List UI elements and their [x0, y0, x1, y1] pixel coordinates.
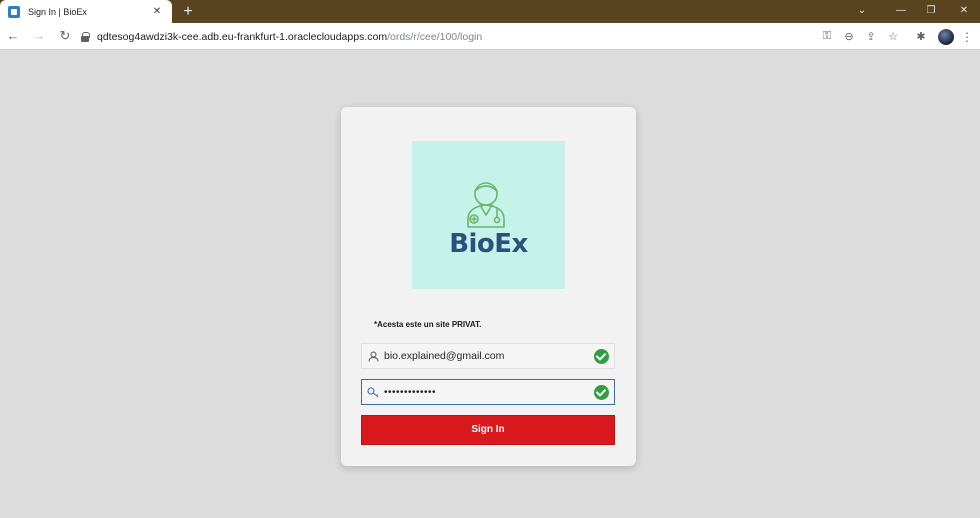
omnibox-actions: ⚿ ⊖ ⇪ ☆: [816, 26, 904, 47]
address-bar[interactable]: qdtesog4awdzi3k-cee.adb.eu-frankfurt-1.o…: [74, 26, 904, 47]
login-card: BioEx *Acesta este un site PRIVAT. bio.e…: [341, 107, 636, 466]
browser-toolbar: ← → ↻ qdtesog4awdzi3k-cee.adb.eu-frankfu…: [0, 23, 980, 50]
extensions-icon[interactable]: ✱: [910, 30, 932, 43]
tab-title: Sign In | BioEx: [28, 6, 87, 17]
browser-tab[interactable]: Sign In | BioEx ✕: [0, 0, 172, 23]
check-icon: [594, 348, 609, 364]
logo-text: BioEx: [449, 229, 528, 259]
forward-icon[interactable]: →: [26, 23, 52, 49]
share-icon[interactable]: ⇪: [860, 30, 882, 43]
tab-search-icon[interactable]: ⌄: [846, 2, 878, 20]
sign-in-button[interactable]: Sign In: [361, 415, 615, 445]
url-path: /ords/r/cee/100/login: [387, 30, 483, 43]
close-window-button[interactable]: ✕: [948, 2, 980, 20]
bioex-logo: BioEx: [412, 141, 565, 289]
back-icon[interactable]: ←: [0, 23, 26, 49]
tab-close-icon[interactable]: ✕: [150, 6, 164, 17]
key-icon: [362, 380, 384, 404]
zoom-icon[interactable]: ⊖: [838, 30, 860, 43]
username-value: bio.explained@gmail.com: [384, 350, 505, 362]
url-host: qdtesog4awdzi3k-cee.adb.eu-frankfurt-1.o…: [97, 30, 388, 43]
kebab-menu-icon[interactable]: ⋮: [960, 30, 974, 44]
doctor-icon: [467, 182, 505, 228]
browser-tabstrip: Sign In | BioEx ✕ + ⌄ — ❐ ✕: [0, 0, 980, 23]
check-icon: [594, 384, 609, 400]
minimize-button[interactable]: —: [885, 2, 917, 20]
password-field[interactable]: •••••••••••••: [361, 379, 615, 405]
new-tab-button[interactable]: +: [178, 2, 198, 22]
username-field[interactable]: bio.explained@gmail.com: [361, 343, 615, 369]
toolbar-right: ✱ ⋮: [910, 23, 974, 50]
private-site-notice: *Acesta este un site PRIVAT.: [374, 320, 482, 329]
user-icon: [362, 344, 384, 368]
lock-icon[interactable]: [80, 31, 90, 42]
password-value: •••••••••••••: [384, 386, 437, 398]
key-icon[interactable]: ⚿: [816, 30, 838, 43]
restore-button[interactable]: ❐: [915, 2, 947, 20]
star-icon[interactable]: ☆: [882, 30, 904, 43]
favicon-icon: [8, 5, 20, 18]
avatar[interactable]: [938, 28, 954, 45]
